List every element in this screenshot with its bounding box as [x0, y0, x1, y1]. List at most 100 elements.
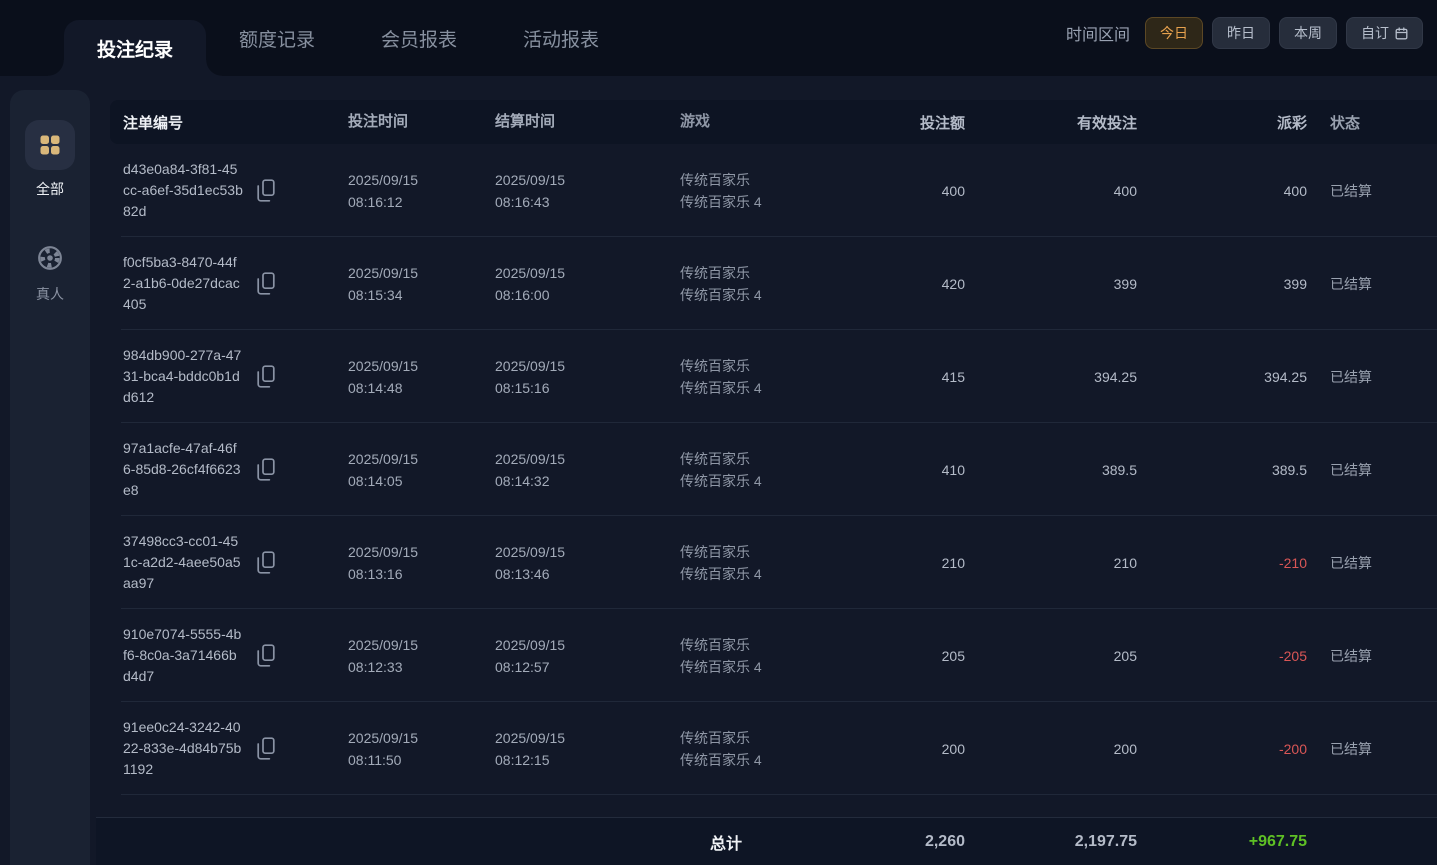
bet-amount: 200: [840, 741, 965, 757]
copy-icon[interactable]: [257, 737, 275, 760]
copy-icon[interactable]: [257, 272, 275, 295]
column-header: 注单编号: [123, 112, 348, 133]
table-header: 注单编号投注时间结算时间游戏投注额有效投注派彩状态: [110, 100, 1437, 144]
bet-id-cell: 984db900-277a-4731-bca4-bddc0b1dd612: [123, 345, 348, 408]
game-cell: 传统百家乐 传统百家乐 4: [680, 634, 840, 678]
copy-icon[interactable]: [257, 644, 275, 667]
game-table: 传统百家乐 4: [680, 284, 840, 306]
column-header: 状态: [1307, 112, 1437, 133]
column-header: 派彩: [1137, 112, 1307, 133]
game-cell: 传统百家乐 传统百家乐 4: [680, 169, 840, 213]
status-text: 已结算: [1307, 181, 1437, 201]
payout: -205: [1137, 648, 1307, 664]
game-name: 传统百家乐: [680, 262, 840, 284]
settle-date: 2025/09/15: [495, 355, 680, 377]
bet-amount: 410: [840, 462, 965, 478]
game-cell: 传统百家乐 传统百家乐 4: [680, 727, 840, 771]
bet-date: 2025/09/15: [348, 448, 495, 470]
bet-id-cell: 97a1acfe-47af-46f6-85d8-26cf4f6623e8: [123, 438, 348, 501]
payout: -200: [1137, 741, 1307, 757]
settle-time-cell: 2025/09/15 08:15:16: [495, 355, 680, 399]
records-table: 注单编号投注时间结算时间游戏投注额有效投注派彩状态 d43e0a84-3f81-…: [110, 100, 1437, 795]
tab-item[interactable]: 会员报表: [348, 0, 490, 76]
settle-date: 2025/09/15: [495, 541, 680, 563]
copy-icon[interactable]: [257, 551, 275, 574]
bet-amount: 420: [840, 276, 965, 292]
table-row: 984db900-277a-4731-bca4-bddc0b1dd612 202…: [110, 330, 1437, 423]
time-filter: 时间区间 今日 昨日本周自订: [1066, 17, 1423, 49]
time-range-button-label: 今日: [1160, 23, 1188, 43]
time-filter-label: 时间区间: [1066, 21, 1130, 45]
bet-time: 08:16:12: [348, 191, 495, 213]
table-row: 910e7074-5555-4bf6-8c0a-3a71466bd4d7 202…: [110, 609, 1437, 702]
settle-time-cell: 2025/09/15 08:16:00: [495, 262, 680, 306]
bet-time: 08:11:50: [348, 749, 495, 771]
column-header: 结算时间: [495, 111, 680, 133]
game-table: 传统百家乐 4: [680, 377, 840, 399]
bet-time-cell: 2025/09/15 08:14:48: [348, 355, 495, 399]
status-text: 已结算: [1307, 460, 1437, 480]
tab-active[interactable]: 投注纪录: [64, 20, 206, 76]
bet-date: 2025/09/15: [348, 355, 495, 377]
betting-records-screen: 投注纪录额度记录会员报表活动报表 时间区间 今日 昨日本周自订 全部: [0, 0, 1437, 865]
bet-date: 2025/09/15: [348, 262, 495, 284]
bet-id: 910e7074-5555-4bf6-8c0a-3a71466bd4d7: [123, 624, 243, 687]
bet-time-cell: 2025/09/15 08:16:12: [348, 169, 495, 213]
bet-time-cell: 2025/09/15 08:11:50: [348, 727, 495, 771]
time-range-button[interactable]: 自订: [1346, 17, 1423, 49]
game-name: 传统百家乐: [680, 169, 840, 191]
settle-time: 08:16:00: [495, 284, 680, 306]
table-footer: 总计 2,260 2,197.75 +967.75: [96, 817, 1437, 865]
payout: 399: [1137, 276, 1307, 292]
column-header: 投注额: [840, 112, 965, 133]
copy-icon[interactable]: [257, 179, 275, 202]
table-body: d43e0a84-3f81-45cc-a6ef-35d1ec53b82d 202…: [110, 144, 1437, 795]
bet-time: 08:13:16: [348, 563, 495, 585]
bet-time: 08:14:48: [348, 377, 495, 399]
bet-time: 08:15:34: [348, 284, 495, 306]
sidebar: 全部 真人: [10, 90, 90, 865]
copy-icon[interactable]: [257, 365, 275, 388]
time-range-button[interactable]: 本周: [1279, 17, 1337, 49]
game-name: 传统百家乐: [680, 634, 840, 656]
settle-time: 08:15:16: [495, 377, 680, 399]
sidebar-item-live-label: 真人: [36, 284, 64, 304]
settle-date: 2025/09/15: [495, 262, 680, 284]
content-area: 全部 真人 注单编号投注时间结算时间游戏投注额有效投注派彩状态 d43e0a84…: [0, 76, 1437, 865]
settle-time-cell: 2025/09/15 08:12:57: [495, 634, 680, 678]
settle-time-cell: 2025/09/15 08:16:43: [495, 169, 680, 213]
bet-amount: 205: [840, 648, 965, 664]
column-header: 投注时间: [348, 111, 495, 133]
bet-id: f0cf5ba3-8470-44f2-a1b6-0de27dcac405: [123, 252, 243, 315]
settle-time: 08:12:15: [495, 749, 680, 771]
tab-item[interactable]: 额度记录: [206, 0, 348, 76]
settle-date: 2025/09/15: [495, 448, 680, 470]
time-range-button[interactable]: 昨日: [1212, 17, 1270, 49]
status-text: 已结算: [1307, 553, 1437, 573]
bet-date: 2025/09/15: [348, 634, 495, 656]
column-header: 有效投注: [965, 112, 1137, 133]
settle-date: 2025/09/15: [495, 169, 680, 191]
sidebar-item-live[interactable]: 真人: [25, 241, 75, 304]
game-cell: 传统百家乐 传统百家乐 4: [680, 262, 840, 306]
valid-bet: 205: [965, 648, 1137, 664]
settle-date: 2025/09/15: [495, 634, 680, 656]
settle-time: 08:14:32: [495, 470, 680, 492]
sidebar-item-all[interactable]: 全部: [25, 120, 75, 199]
bet-id-cell: d43e0a84-3f81-45cc-a6ef-35d1ec53b82d: [123, 159, 348, 222]
bet-time-cell: 2025/09/15 08:13:16: [348, 541, 495, 585]
copy-icon[interactable]: [257, 458, 275, 481]
time-range-button[interactable]: 今日: [1145, 17, 1203, 49]
bet-id-cell: 37498cc3-cc01-451c-a2d2-4aee50a5aa97: [123, 531, 348, 594]
table-row: d43e0a84-3f81-45cc-a6ef-35d1ec53b82d 202…: [110, 144, 1437, 237]
total-label: 总计: [680, 830, 840, 854]
valid-bet: 389.5: [965, 462, 1137, 478]
table-row: 97a1acfe-47af-46f6-85d8-26cf4f6623e8 202…: [110, 423, 1437, 516]
game-table: 传统百家乐 4: [680, 563, 840, 585]
bet-time-cell: 2025/09/15 08:14:05: [348, 448, 495, 492]
grid-icon: [25, 120, 75, 170]
tab-item[interactable]: 活动报表: [490, 0, 632, 76]
topbar: 投注纪录额度记录会员报表活动报表 时间区间 今日 昨日本周自订: [0, 0, 1437, 76]
settle-time-cell: 2025/09/15 08:14:32: [495, 448, 680, 492]
settle-time: 08:16:43: [495, 191, 680, 213]
